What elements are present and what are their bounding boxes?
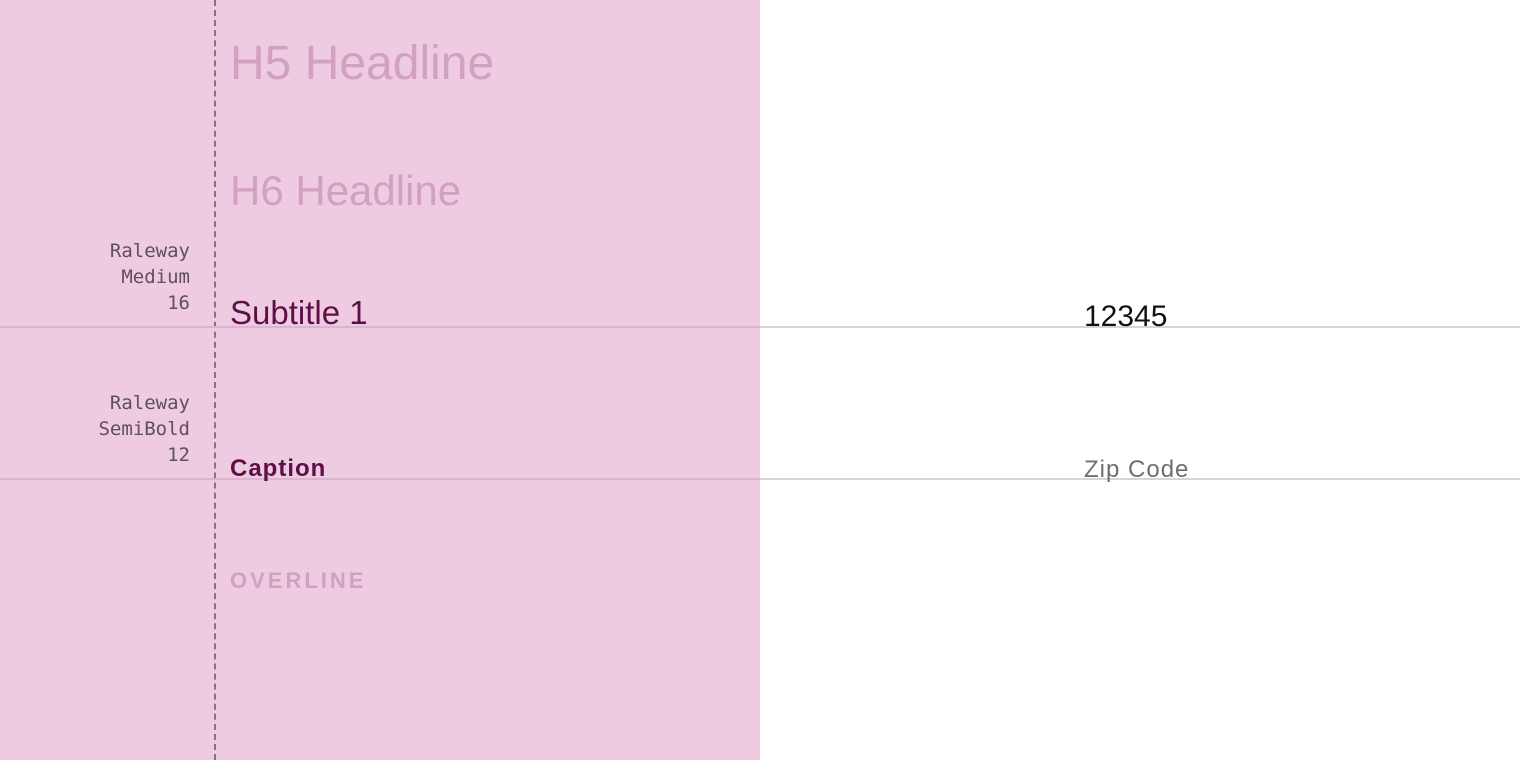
subtitle-baseline-panel-section: [0, 326, 760, 328]
type-scale-panel: [0, 0, 760, 760]
subtitle1-sample: Subtitle 1: [230, 294, 368, 331]
caption-sample: Caption: [230, 455, 327, 482]
subtitle1-font-weight: Medium: [121, 266, 190, 288]
subtitle1-font-family: Raleway: [109, 240, 190, 262]
h5-headline-sample: H5 Headline: [230, 37, 495, 90]
zip-code-value: 12345: [1084, 300, 1168, 333]
caption-font-spec: Raleway SemiBold 12: [30, 390, 190, 468]
typography-spec-sheet: H5 Headline H6 Headline Subtitle 1 Capti…: [0, 0, 1520, 760]
caption-font-family: Raleway: [109, 392, 190, 414]
overline-sample: OVERLINE: [230, 568, 367, 593]
zip-code-label: Zip Code: [1084, 456, 1190, 483]
alignment-guide: [214, 0, 216, 760]
subtitle1-font-spec: Raleway Medium 16: [30, 238, 190, 316]
caption-font-size: 12: [167, 444, 190, 466]
subtitle1-font-size: 16: [167, 292, 190, 314]
caption-baseline-panel-section: [0, 478, 760, 480]
h6-headline-sample: H6 Headline: [230, 167, 462, 214]
caption-font-weight: SemiBold: [98, 418, 190, 440]
